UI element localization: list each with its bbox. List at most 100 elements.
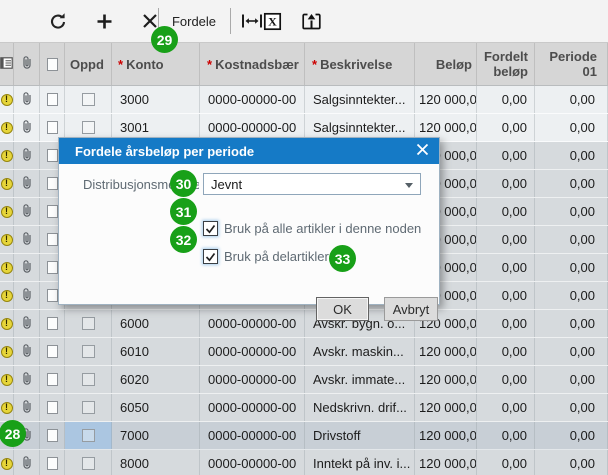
oppd-cell[interactable] [65, 366, 112, 393]
note-cell[interactable] [40, 394, 65, 421]
fordelt-belop-cell[interactable]: 0,00 [477, 170, 535, 197]
beskrivelse-cell[interactable]: Avskr. maskin... [305, 338, 415, 365]
fordelt-belop-cell[interactable]: 0,00 [477, 282, 535, 309]
fordelt-belop-cell[interactable]: 0,00 [477, 142, 535, 169]
belop-cell[interactable]: 120 000,00 [415, 450, 477, 475]
distribution-method-select[interactable]: Jevnt [203, 173, 421, 195]
konto-cell[interactable]: 6000 [112, 310, 200, 337]
column-header-belop[interactable]: Beløp [415, 43, 477, 85]
attachment-cell[interactable] [14, 86, 40, 113]
row-checkbox[interactable] [82, 121, 95, 134]
attachment-cell[interactable] [14, 254, 40, 281]
periode01-cell[interactable]: 0,00 [535, 142, 608, 169]
periode01-cell[interactable]: 0,00 [535, 226, 608, 253]
note-cell[interactable] [40, 366, 65, 393]
column-header-attachments[interactable] [14, 43, 40, 85]
fordelt-belop-cell[interactable]: 0,00 [477, 422, 535, 449]
row-checkbox[interactable] [82, 429, 95, 442]
kostnadsbaerer-cell[interactable]: 0000-00000-00 [200, 422, 305, 449]
table-row[interactable]: !60100000-00000-00Avskr. maskin...120 00… [0, 338, 608, 366]
dialog-title-bar[interactable]: Fordele årsbeløp per periode [59, 138, 439, 164]
periode01-cell[interactable]: 0,00 [535, 422, 608, 449]
row-checkbox[interactable] [82, 373, 95, 386]
attachment-cell[interactable] [14, 170, 40, 197]
attachment-cell[interactable] [14, 114, 40, 141]
oppd-cell[interactable] [65, 338, 112, 365]
refresh-button[interactable] [44, 6, 72, 36]
oppd-cell[interactable] [65, 450, 112, 475]
kostnadsbaerer-cell[interactable]: 0000-00000-00 [200, 366, 305, 393]
note-cell[interactable] [40, 338, 65, 365]
row-checkbox[interactable] [82, 317, 95, 330]
periode01-cell[interactable]: 0,00 [535, 254, 608, 281]
note-cell[interactable] [40, 422, 65, 449]
fordelt-belop-cell[interactable]: 0,00 [477, 226, 535, 253]
konto-cell[interactable]: 7000 [112, 422, 200, 449]
oppd-cell[interactable] [65, 86, 112, 113]
periode01-cell[interactable]: 0,00 [535, 366, 608, 393]
belop-cell[interactable]: 120 000,00 [415, 394, 477, 421]
column-header-fordelt-belop[interactable]: Fordelt beløp [477, 43, 535, 85]
attachment-cell[interactable] [14, 338, 40, 365]
fordelt-belop-cell[interactable]: 0,00 [477, 394, 535, 421]
belop-cell[interactable]: 120 000,00 [415, 338, 477, 365]
attachment-cell[interactable] [14, 394, 40, 421]
periode01-cell[interactable]: 0,00 [535, 170, 608, 197]
belop-cell[interactable]: 120 000,00 [415, 86, 477, 113]
konto-cell[interactable]: 6050 [112, 394, 200, 421]
oppd-cell[interactable] [65, 422, 112, 449]
fordelt-belop-cell[interactable]: 0,00 [477, 254, 535, 281]
attachment-cell[interactable] [14, 142, 40, 169]
ok-button[interactable]: OK [316, 297, 369, 321]
belop-cell[interactable]: 120 000,00 [415, 366, 477, 393]
beskrivelse-cell[interactable]: Drivstoff [305, 422, 415, 449]
periode01-cell[interactable]: 0,00 [535, 86, 608, 113]
oppd-cell[interactable] [65, 310, 112, 337]
table-row[interactable]: !80000000-00000-00Inntekt på inv. i...12… [0, 450, 608, 475]
konto-cell[interactable]: 6010 [112, 338, 200, 365]
fordelt-belop-cell[interactable]: 0,00 [477, 366, 535, 393]
periode01-cell[interactable]: 0,00 [535, 198, 608, 225]
column-header-beskrivelse[interactable]: *Beskrivelse [305, 43, 415, 85]
add-row-button[interactable] [90, 6, 118, 36]
belop-cell[interactable]: 120 000,00 [415, 422, 477, 449]
table-row[interactable]: !60200000-00000-00Avskr. immate...120 00… [0, 366, 608, 394]
apply-all-articles-checkbox[interactable] [203, 221, 218, 236]
fordelt-belop-cell[interactable]: 0,00 [477, 310, 535, 337]
column-header-periode01[interactable]: Periode 01 [535, 43, 608, 85]
attachment-cell[interactable] [14, 198, 40, 225]
row-checkbox[interactable] [82, 345, 95, 358]
oppd-cell[interactable] [65, 394, 112, 421]
beskrivelse-cell[interactable]: Nedskrivn. drif... [305, 394, 415, 421]
attachment-cell[interactable] [14, 366, 40, 393]
attachment-cell[interactable] [14, 310, 40, 337]
beskrivelse-cell[interactable]: Salgsinntekter... [305, 86, 415, 113]
note-cell[interactable] [40, 86, 65, 113]
attachment-cell[interactable] [14, 450, 40, 475]
column-header-oppd[interactable]: Oppd [65, 43, 112, 85]
kostnadsbaerer-cell[interactable]: 0000-00000-00 [200, 338, 305, 365]
konto-cell[interactable]: 6020 [112, 366, 200, 393]
kostnadsbaerer-cell[interactable]: 0000-00000-00 [200, 394, 305, 421]
row-checkbox[interactable] [82, 457, 95, 470]
periode01-cell[interactable]: 0,00 [535, 114, 608, 141]
fordelt-belop-cell[interactable]: 0,00 [477, 450, 535, 475]
konto-cell[interactable]: 3000 [112, 86, 200, 113]
note-cell[interactable] [40, 450, 65, 475]
attachment-cell[interactable] [14, 282, 40, 309]
column-header-notes[interactable] [0, 43, 14, 85]
table-row[interactable]: !30000000-00000-00Salgsinntekter...120 0… [0, 86, 608, 114]
apply-subarticles-checkbox[interactable] [203, 249, 218, 264]
dialog-close-button[interactable] [411, 141, 433, 161]
periode01-cell[interactable]: 0,00 [535, 450, 608, 475]
export-excel-button[interactable]: X [258, 6, 286, 36]
fordelt-belop-cell[interactable]: 0,00 [477, 198, 535, 225]
kostnadsbaerer-cell[interactable]: 0000-00000-00 [200, 310, 305, 337]
column-header-kostnadsbaerer[interactable]: *Kostnadsbær [200, 43, 305, 85]
table-row[interactable]: !70000000-00000-00Drivstoff120 000,000,0… [0, 422, 608, 450]
periode01-cell[interactable]: 0,00 [535, 282, 608, 309]
fordelt-belop-cell[interactable]: 0,00 [477, 338, 535, 365]
konto-cell[interactable]: 8000 [112, 450, 200, 475]
beskrivelse-cell[interactable]: Inntekt på inv. i... [305, 450, 415, 475]
attachment-cell[interactable] [14, 226, 40, 253]
